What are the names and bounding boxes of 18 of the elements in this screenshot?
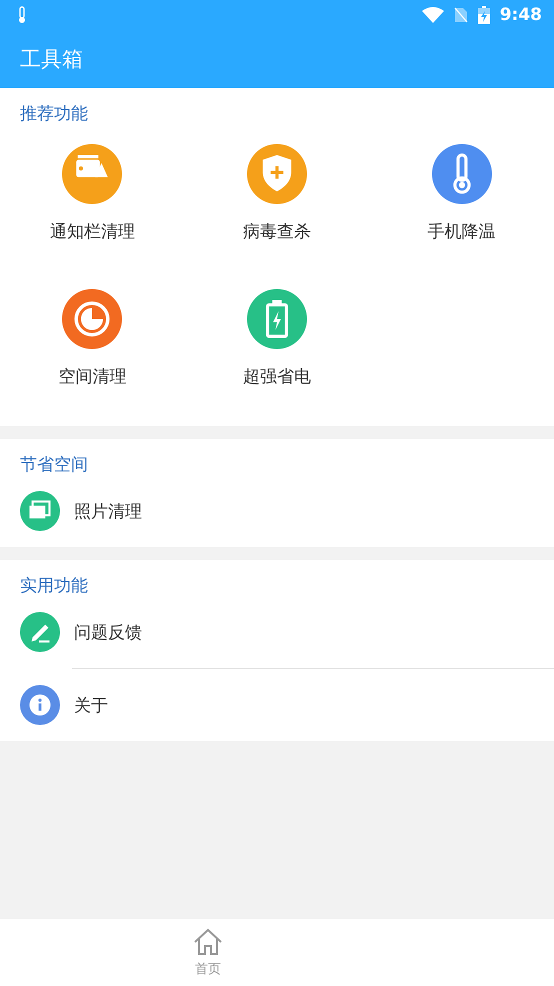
tool-tile[interactable]: 空间清理 [0, 289, 185, 388]
tool-tile[interactable]: 病毒查杀 [184, 144, 370, 243]
home-icon [192, 928, 224, 956]
list-item[interactable]: 关于 [0, 669, 554, 741]
page-title: 工具箱 [20, 46, 83, 73]
section-title: 实用功能 [19, 575, 89, 596]
list-item[interactable]: 问题反馈 [0, 596, 554, 668]
battery-charging-icon [478, 6, 490, 24]
tool-tile[interactable]: 手机降温 [369, 144, 554, 243]
thermometer-icon [17, 6, 27, 24]
list-item[interactable]: 照片清理 [0, 475, 554, 547]
section-title: 节省空间 [19, 454, 89, 475]
clock-time: 9:48 [500, 5, 542, 25]
section-title: 推荐功能 [19, 103, 89, 124]
no-sim-icon [454, 7, 468, 23]
wifi-icon [422, 7, 444, 23]
tool-tile[interactable]: 通知栏清理 [0, 144, 185, 243]
tool-tile[interactable]: 超强省电 [184, 289, 370, 388]
